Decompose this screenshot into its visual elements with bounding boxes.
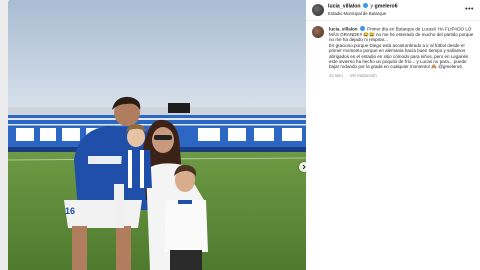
author-username[interactable]: lucia_villalon <box>328 4 361 10</box>
caption-body: lucia_villalon Primer día en Butarque de… <box>329 26 477 78</box>
stadium-photo: 16 <box>8 0 306 270</box>
post-header: lucia_villalon y gmelero6 Estadio Munici… <box>306 0 480 21</box>
shirt-number: 16 <box>65 206 75 216</box>
caption-avatar[interactable] <box>312 26 324 38</box>
author-line: lucia_villalon y gmelero6 <box>328 3 398 10</box>
author-connector: y <box>370 3 374 10</box>
stand-roof <box>8 107 306 115</box>
scoreboard <box>168 103 190 113</box>
caption-username[interactable]: lucia_villalon <box>329 27 358 32</box>
post-photo[interactable]: 16 <box>8 0 306 270</box>
caption-time[interactable]: 22 sem <box>329 73 343 78</box>
more-options-icon[interactable]: ••• <box>465 6 474 13</box>
post-sidebar: lucia_villalon y gmelero6 Estadio Munici… <box>306 0 480 270</box>
translate-link[interactable]: Ver traducción <box>350 73 377 78</box>
caption-meta: 22 sem Ver traducción <box>329 73 477 78</box>
author-avatar[interactable] <box>312 4 324 16</box>
coauthor-username[interactable]: gmelero6 <box>375 4 398 10</box>
next-photo-button[interactable] <box>299 162 306 172</box>
verified-badge-icon <box>363 3 369 8</box>
post-location[interactable]: Estadio Municipal de Butarque <box>328 11 386 16</box>
caption-verified-icon <box>359 26 365 31</box>
sky <box>8 0 306 115</box>
caption-text-2: Es gracioso porque Diego está acostumbra… <box>329 42 469 70</box>
